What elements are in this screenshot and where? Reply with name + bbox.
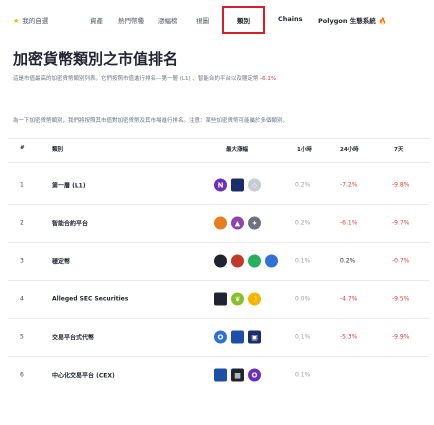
row-7d-change: -9.9%: [392, 333, 410, 341]
square-blue-icon[interactable]: [214, 368, 227, 382]
row-24h-change: -4.7%: [340, 295, 358, 303]
nav-item-polygon-label: Polygon 生態系統: [318, 17, 376, 25]
table-row[interactable]: 4 Alleged SEC Securities ❦ ☽ 0.0% -4.7% -9.5%: [0, 280, 434, 318]
header-24h[interactable]: 24小時: [340, 145, 359, 153]
row-name[interactable]: 中心化交易平台 (CEX): [52, 371, 115, 380]
row-name[interactable]: 第一層 (L1): [52, 181, 86, 190]
subtitle-text: 這是市值最高的加密貨幣類別列表。它們按照市值進行排名—第一層 (L1) 、智能合…: [13, 76, 259, 82]
page-subtitle: 這是市值最高的加密貨幣類別列表。它們按照市值進行排名—第一層 (L1) 、智能合…: [13, 75, 423, 84]
top-gainer-coins: [214, 254, 278, 268]
top-gainer-coins: ▦ O: [214, 368, 261, 382]
table-row[interactable]: 6 中心化交易平台 (CEX) ▦ O 0.1%: [0, 356, 434, 394]
nav-item-assets[interactable]: 資產: [90, 15, 103, 25]
row-7d-change: -0.7%: [392, 257, 410, 265]
row-name[interactable]: 穩定幣: [52, 257, 70, 266]
row-24h-change: -5.3%: [340, 333, 358, 341]
top-gainer-coins: N ◇: [214, 178, 261, 192]
grid-icon[interactable]: ▦: [231, 368, 244, 382]
header-7d[interactable]: 7天: [394, 145, 403, 153]
nav-item-categories-label: 類別: [237, 17, 250, 25]
nav-item-watchlist[interactable]: 我的自選: [13, 15, 48, 25]
blue-coin-icon[interactable]: [265, 254, 278, 268]
divider: [8, 162, 430, 163]
top-gainer-coins: ❦ ☽: [214, 292, 261, 306]
nav-item-trending[interactable]: 熱門幣種: [118, 15, 144, 25]
header-1h[interactable]: 1小時: [297, 145, 312, 153]
row-rank: 1: [20, 181, 24, 189]
nav-item-views[interactable]: 視圖: [196, 15, 209, 25]
table-row[interactable]: 5 交易平台式代幣 O ▣ 0.1% -5.3% -9.9%: [0, 318, 434, 356]
nav-item-categories[interactable]: 類別: [222, 6, 265, 34]
row-rank: 5: [20, 333, 24, 341]
row-1h-change: 0.2%: [295, 219, 311, 227]
table-row[interactable]: 1 第一層 (L1) N ◇ 0.2% -7.2% -9.8%: [0, 166, 434, 204]
top-gainer-coins: O ▣: [214, 330, 261, 344]
row-name[interactable]: Alleged SEC Securities: [52, 296, 128, 303]
black-square-icon[interactable]: [214, 292, 227, 306]
page-title: 加密貨幣類別之市值排名: [13, 50, 179, 68]
row-1h-change: 0.1%: [295, 257, 311, 265]
top-nav: 我的自選 資產 熱門幣種 漲幅榜 視圖 類別 Chains Polygon 生態…: [0, 0, 434, 40]
ring-icon[interactable]: O: [214, 330, 227, 344]
table-row[interactable]: 2 智能合約平台 ▲ ✦ 0.2% -6.1% -9.7%: [0, 204, 434, 242]
near-icon[interactable]: N: [214, 178, 227, 192]
row-1h-change: 0.2%: [295, 181, 311, 189]
row-name[interactable]: 交易平台式代幣: [52, 333, 94, 342]
row-7d-change: -9.5%: [392, 295, 410, 303]
page-note: 為一下加密貨幣類別，我們將按照其市值對加密貨幣及其市場進行排名。注意：某些加密貨…: [13, 118, 289, 124]
moon-icon[interactable]: ☽: [248, 292, 261, 306]
diamond-icon[interactable]: ◇: [248, 178, 261, 192]
flag-icon[interactable]: [231, 254, 244, 268]
dot-icon[interactable]: [214, 254, 227, 268]
row-1h-change: 0.0%: [295, 295, 311, 303]
table-header: # 類別 最大漲幅 1小時 24小時 7天: [0, 145, 434, 159]
nav-item-gainers[interactable]: 漲幅榜: [158, 15, 178, 25]
row-7d-change: -9.7%: [392, 219, 410, 227]
row-1h-change: 0.1%: [295, 371, 311, 379]
row-24h-change: 0.2%: [340, 257, 356, 265]
purple-ring-icon[interactable]: O: [248, 368, 261, 382]
green-coin-icon[interactable]: [248, 254, 261, 268]
row-rank: 3: [20, 257, 24, 265]
row-24h-change: -6.1%: [340, 219, 358, 227]
header-top-gainers: 最大漲幅: [226, 147, 249, 153]
orange-coin-icon[interactable]: [214, 216, 227, 230]
nav-item-chains[interactable]: Chains: [278, 15, 303, 23]
subtitle-pct: -6.1%: [260, 76, 277, 82]
fire-icon: 🔥: [378, 17, 387, 25]
square-blue-icon[interactable]: [231, 330, 244, 344]
nav-item-polygon[interactable]: Polygon 生態系統 🔥: [318, 15, 387, 25]
top-gainer-coins: ▲ ✦: [214, 216, 261, 230]
row-name[interactable]: 智能合約平台: [52, 219, 88, 228]
divider: [8, 138, 430, 139]
row-rank: 4: [20, 295, 24, 303]
triangle-icon[interactable]: ▲: [231, 216, 244, 230]
row-24h-change: -7.2%: [340, 181, 358, 189]
header-category[interactable]: 類別: [52, 145, 63, 153]
row-rank: 2: [20, 219, 24, 227]
header-rank: #: [20, 145, 25, 151]
square-navy-icon[interactable]: ▣: [248, 330, 261, 344]
row-1h-change: 0.1%: [295, 333, 311, 341]
row-rank: 6: [20, 371, 24, 379]
table-row[interactable]: 3 穩定幣 0.1% 0.2% -0.7%: [0, 242, 434, 280]
sparkle-icon[interactable]: ✦: [248, 216, 261, 230]
row-7d-change: -9.8%: [392, 181, 410, 189]
leaf-icon[interactable]: ❦: [231, 292, 244, 306]
sq-icon[interactable]: [231, 178, 244, 192]
